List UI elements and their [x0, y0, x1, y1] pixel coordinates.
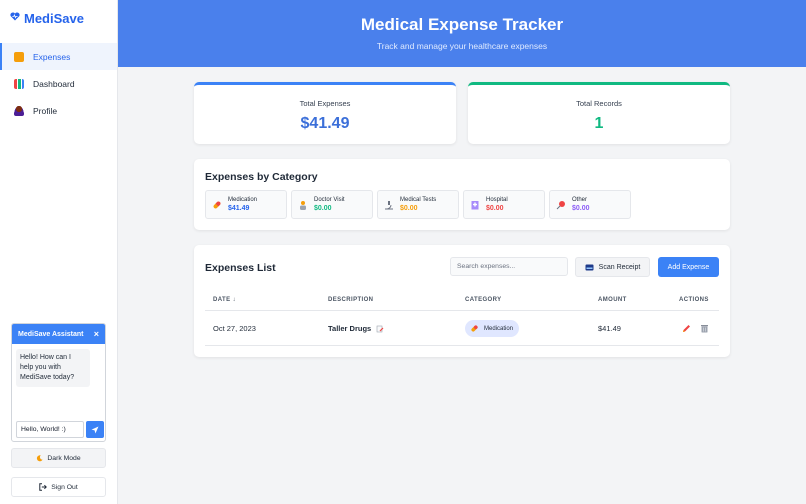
- sign-out-label: Sign Out: [51, 483, 78, 491]
- sidebar-item-label: Dashboard: [33, 78, 75, 89]
- column-header-amount: AMOUNT: [598, 297, 627, 303]
- user-icon: [14, 105, 24, 116]
- dark-mode-label: Dark Mode: [47, 454, 81, 462]
- column-header-description: DESCRIPTION: [328, 297, 374, 303]
- trash-icon[interactable]: [700, 324, 709, 333]
- doctor-icon: [300, 200, 306, 210]
- money-bag-icon: [14, 51, 24, 62]
- scan-receipt-button[interactable]: Scan Receipt: [575, 257, 650, 277]
- category-medical-tests: Medical Tests $0.00: [377, 190, 459, 219]
- chat-input-row: Hello, World! :): [16, 421, 104, 438]
- row-divider: [205, 345, 719, 346]
- chat-header: MediSave Assistant ×: [12, 324, 105, 344]
- total-expenses-value: $41.49: [300, 115, 350, 132]
- total-expenses-card: Total Expenses $41.49: [194, 82, 456, 144]
- chat-title: MediSave Assistant: [18, 330, 84, 338]
- page-header: Medical Expense Tracker Track and manage…: [118, 0, 806, 67]
- heart-icon: [10, 12, 20, 24]
- brand[interactable]: MediSave: [0, 0, 117, 36]
- header-divider: [205, 310, 719, 311]
- chat-widget: MediSave Assistant × Hello! How can I he…: [11, 323, 106, 442]
- categories-title: Expenses by Category: [205, 171, 318, 183]
- category-amount: $0.00: [314, 205, 332, 212]
- category-amount: $0.00: [572, 205, 590, 212]
- chat-close-button[interactable]: ×: [94, 329, 99, 339]
- category-name: Doctor Visit: [314, 197, 345, 203]
- categories-card: Expenses by Category Medication $41.49 D…: [194, 159, 730, 230]
- page-subtitle: Track and manage your healthcare expense…: [376, 41, 548, 51]
- pin-icon: [556, 200, 565, 209]
- category-badge-label: Medication: [484, 325, 514, 332]
- category-badge: Medication: [465, 320, 519, 337]
- sidebar-item-profile[interactable]: Profile: [0, 97, 117, 124]
- category-hospital: Hospital $0.00: [463, 190, 545, 219]
- scan-receipt-label: Scan Receipt: [598, 263, 641, 271]
- dark-mode-button[interactable]: Dark Mode: [11, 448, 106, 468]
- sidebar-item-dashboard[interactable]: Dashboard: [0, 70, 117, 97]
- sign-out-button[interactable]: Sign Out: [11, 477, 106, 497]
- edit-icon[interactable]: [682, 324, 691, 333]
- total-records-label: Total Records: [576, 99, 622, 108]
- brand-name: MediSave: [24, 10, 84, 26]
- total-records-card: Total Records 1: [468, 82, 730, 144]
- category-other: Other $0.00: [549, 190, 631, 219]
- expense-description: Taller Drugs: [328, 324, 384, 333]
- chat-send-button[interactable]: [86, 421, 104, 438]
- chat-input[interactable]: Hello, World! :): [16, 421, 84, 438]
- hospital-icon: [471, 200, 479, 209]
- chat-message: Hello! How can I help you with MediSave …: [16, 349, 90, 387]
- expenses-list-title: Expenses List: [205, 262, 276, 274]
- page-title: Medical Expense Tracker: [360, 15, 564, 34]
- microscope-icon: [385, 200, 393, 209]
- expenses-list-card: Expenses List Search expenses... Scan Re…: [194, 245, 730, 357]
- moon-icon: [37, 454, 43, 461]
- expense-amount: $41.49: [598, 324, 621, 333]
- total-expenses-label: Total Expenses: [299, 99, 351, 108]
- column-header-category: CATEGORY: [465, 297, 502, 303]
- column-header-date[interactable]: DATE ↓: [213, 297, 236, 303]
- category-amount: $41.49: [228, 205, 250, 212]
- bar-chart-icon: [14, 78, 24, 89]
- sidebar-item-label: Expenses: [33, 51, 71, 62]
- sidebar-item-label: Profile: [33, 105, 58, 116]
- pill-icon: [213, 201, 221, 208]
- sidebar: MediSave Expenses Dashboard Profile Medi…: [0, 0, 118, 504]
- receipt-icon: [585, 264, 594, 270]
- sign-out-icon: [39, 483, 48, 491]
- category-name: Hospital: [486, 197, 508, 203]
- total-records-value: 1: [594, 115, 604, 132]
- category-amount: $0.00: [400, 205, 418, 212]
- category-amount: $0.00: [486, 205, 504, 212]
- expense-date: Oct 27, 2023: [213, 324, 256, 333]
- column-header-actions: ACTIONS: [679, 297, 709, 303]
- expense-description-text: Taller Drugs: [328, 324, 372, 333]
- add-expense-button[interactable]: Add Expense: [658, 257, 719, 277]
- category-name: Other: [572, 197, 588, 203]
- category-medication: Medication $41.49: [205, 190, 287, 219]
- category-doctor-visit: Doctor Visit $0.00: [291, 190, 373, 219]
- category-list: Medication $41.49 Doctor Visit $0.00 Med…: [205, 190, 631, 219]
- receipt-attached-icon[interactable]: [376, 325, 384, 333]
- search-input[interactable]: Search expenses...: [450, 257, 568, 276]
- pill-icon: [471, 325, 478, 332]
- category-name: Medication: [228, 197, 258, 203]
- sidebar-item-expenses[interactable]: Expenses: [0, 43, 117, 70]
- category-name: Medical Tests: [400, 197, 437, 203]
- sidebar-nav: Expenses Dashboard Profile: [0, 43, 117, 124]
- send-icon: [91, 426, 99, 433]
